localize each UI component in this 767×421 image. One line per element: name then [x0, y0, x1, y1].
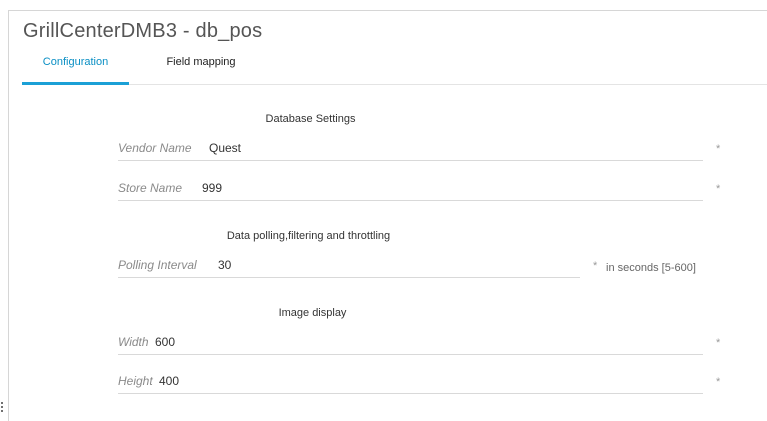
width-input[interactable]	[155, 331, 685, 353]
tab-bar: Configuration Field mapping	[22, 51, 767, 85]
tab-configuration[interactable]: Configuration	[22, 51, 129, 85]
tab-field-mapping[interactable]: Field mapping	[156, 51, 246, 85]
vendor-name-row: Vendor Name	[118, 137, 703, 161]
height-row: Height	[118, 370, 703, 394]
height-required-mark: *	[716, 376, 721, 388]
section-heading-image: Image display	[278, 307, 347, 319]
height-label: Height	[118, 374, 153, 388]
section-heading-database: Database Settings	[265, 113, 356, 125]
page-title: GrillCenterDMB3 - db_pos	[23, 20, 263, 42]
store-name-row: Store Name	[118, 177, 703, 201]
width-label: Width	[118, 335, 149, 349]
store-name-required-mark: *	[716, 183, 721, 195]
polling-interval-row: Polling Interval	[118, 254, 580, 278]
resize-handle-icon[interactable]	[1, 402, 4, 414]
polling-interval-required-mark: *	[593, 260, 598, 272]
vendor-name-label: Vendor Name	[118, 141, 192, 155]
vendor-name-required-mark: *	[716, 143, 721, 155]
width-required-mark: *	[716, 337, 721, 349]
store-name-input[interactable]	[202, 177, 692, 199]
app-window: GrillCenterDMB3 - db_pos Configuration F…	[8, 10, 767, 421]
section-heading-polling: Data polling,filtering and throttling	[226, 230, 391, 242]
store-name-label: Store Name	[118, 181, 183, 195]
polling-interval-label: Polling Interval	[118, 258, 197, 272]
polling-interval-input[interactable]	[218, 254, 568, 276]
width-row: Width	[118, 331, 703, 355]
vendor-name-input[interactable]	[209, 137, 689, 159]
height-input[interactable]	[159, 370, 689, 392]
polling-interval-hint: in seconds [5-600]	[606, 262, 696, 274]
